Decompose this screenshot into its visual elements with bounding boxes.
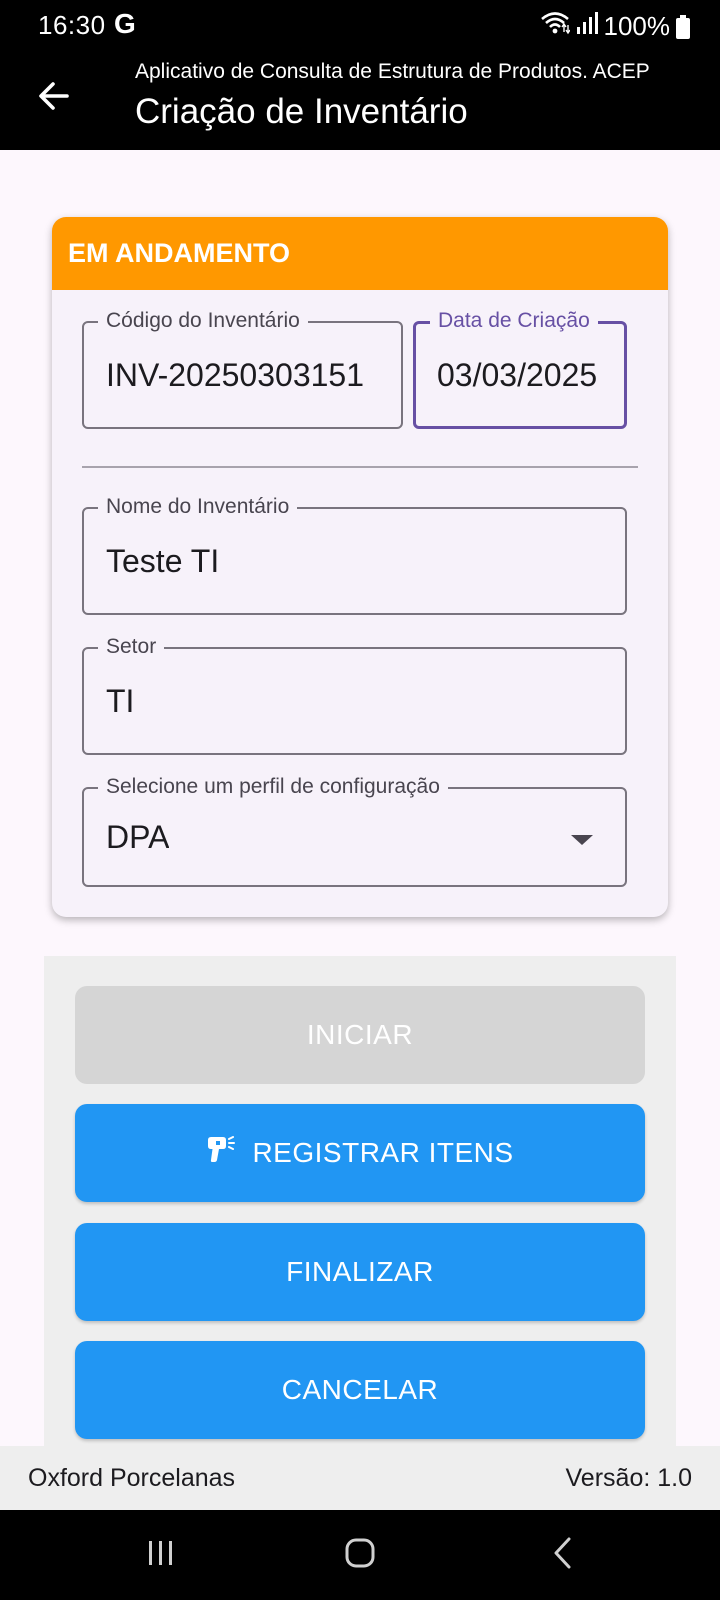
nome-inventario-label: Nome do Inventário [98, 495, 298, 519]
iniciar-button-label: INICIAR [306, 1019, 414, 1050]
app-version: Versão: 1.0 [565, 1464, 692, 1492]
actions-panel: INICIAR REGISTRAR ITENS FINALIZAR CANCEL… [44, 956, 676, 1446]
google-icon: G [114, 8, 136, 39]
status-badge: EM ANDAMENTO [52, 217, 668, 290]
setor-label: Setor [98, 635, 165, 659]
battery-icon [676, 14, 690, 39]
battery-percent: 100% [603, 11, 671, 41]
page-title: Criação de Inventário [135, 92, 468, 131]
home-button[interactable] [330, 1532, 390, 1578]
system-nav-bar [0, 1510, 720, 1600]
perfil-configuracao-label: Selecione um perfil de configuração [98, 775, 448, 799]
recents-icon [146, 1539, 176, 1572]
wifi-icon [540, 10, 571, 43]
status-indicators: 100% [540, 10, 690, 43]
nome-inventario-field[interactable]: Nome do Inventário Teste TI [82, 495, 627, 615]
recents-button[interactable] [131, 1532, 191, 1578]
iniciar-button[interactable]: INICIAR [75, 986, 645, 1084]
arrow-left-icon [37, 79, 71, 118]
back-button[interactable] [30, 74, 78, 122]
inventory-card: EM ANDAMENTO Código do Inventário INV-20… [52, 217, 668, 917]
home-icon [344, 1537, 376, 1574]
barcode-scanner-icon [206, 1135, 238, 1172]
perfil-configuracao-select[interactable]: Selecione um perfil de configuração DPA [82, 775, 627, 887]
dropdown-arrow-icon [571, 835, 593, 845]
codigo-inventario-label: Código do Inventário [98, 309, 308, 333]
signal-icon [576, 11, 598, 42]
finalizar-button-label: FINALIZAR [286, 1256, 434, 1287]
cancelar-button[interactable]: CANCELAR [75, 1341, 645, 1439]
data-criacao-field[interactable]: Data de Criação 03/03/2025 [413, 309, 627, 429]
divider [82, 466, 638, 468]
setor-value: TI [106, 683, 135, 719]
registrar-itens-button[interactable]: REGISTRAR ITENS [75, 1104, 645, 1202]
company-name: Oxford Porcelanas [28, 1464, 236, 1492]
codigo-inventario-value: INV-20250303151 [106, 357, 364, 393]
status-time: 16:30 [38, 10, 106, 40]
footer: Oxford Porcelanas Versão: 1.0 [0, 1446, 720, 1510]
registrar-itens-label: REGISTRAR ITENS [252, 1137, 514, 1168]
perfil-configuracao-value: DPA [106, 819, 170, 855]
data-criacao-label: Data de Criação [430, 309, 598, 333]
app-bar: Aplicativo de Consulta de Estrutura de P… [0, 52, 720, 150]
nav-back-button[interactable] [533, 1532, 593, 1578]
app-subtitle: Aplicativo de Consulta de Estrutura de P… [135, 60, 650, 83]
cancelar-button-label: CANCELAR [281, 1374, 439, 1405]
status-bar: 16:30 G 100% [0, 0, 720, 52]
finalizar-button[interactable]: FINALIZAR [75, 1223, 645, 1321]
setor-field[interactable]: Setor TI [82, 635, 627, 755]
data-criacao-value: 03/03/2025 [437, 357, 598, 393]
codigo-inventario-field[interactable]: Código do Inventário INV-20250303151 [82, 309, 403, 429]
nome-inventario-value: Teste TI [106, 543, 220, 579]
back-icon [551, 1536, 575, 1575]
